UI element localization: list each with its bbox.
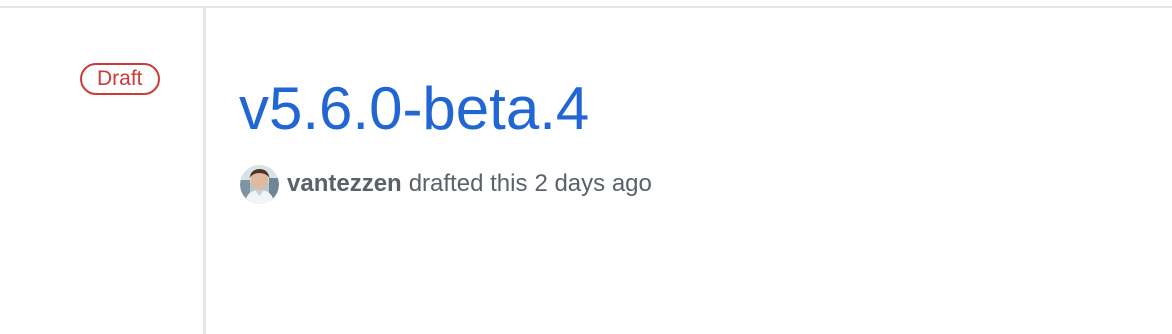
- draft-status-badge: Draft: [80, 63, 160, 95]
- release-title-link[interactable]: v5.6.0-beta.4: [239, 72, 589, 146]
- release-byline: vantezzen drafted this 2 days ago: [240, 163, 652, 205]
- timeline-line: [203, 8, 206, 334]
- author-link[interactable]: vantezzen: [287, 170, 402, 198]
- release-timeline-page: Draft v5.6.0-beta.4 vantezzen drafted th…: [0, 0, 1172, 334]
- top-divider: [0, 6, 1172, 8]
- avatar-image: [240, 164, 279, 204]
- author-avatar[interactable]: [240, 164, 279, 204]
- relative-time: 2 days ago: [534, 170, 652, 197]
- action-text: drafted this: [408, 170, 528, 197]
